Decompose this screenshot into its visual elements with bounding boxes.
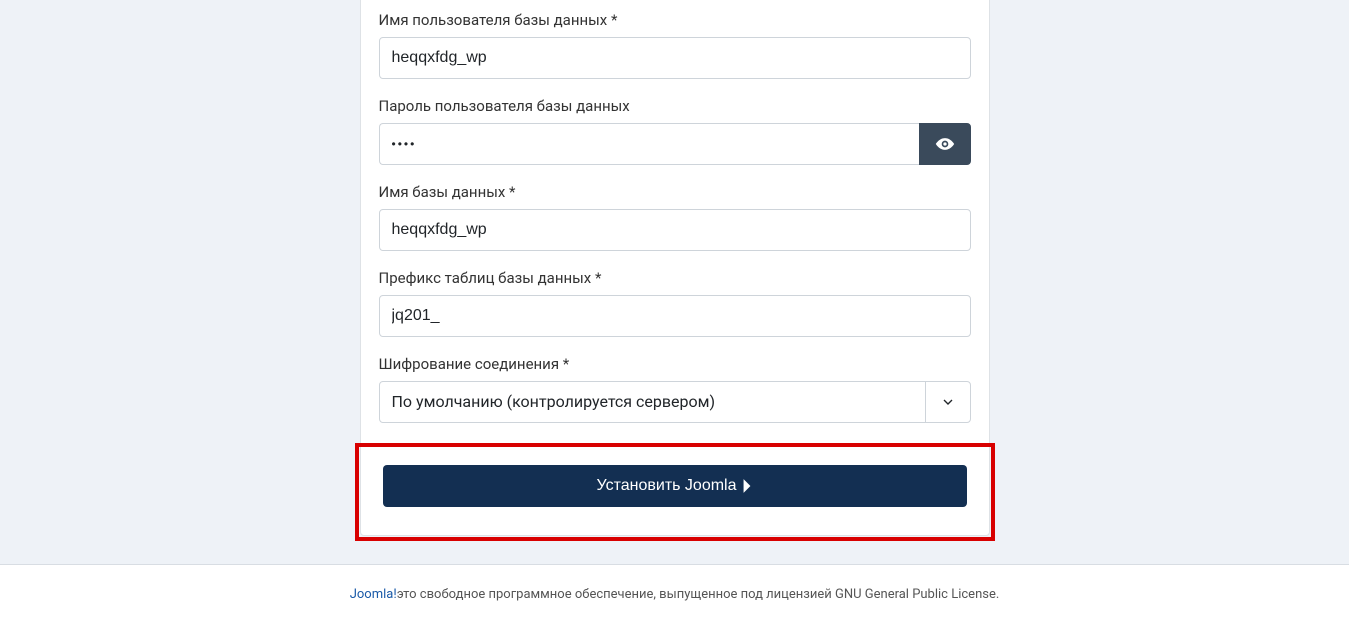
db-user-group: Имя пользователя базы данных * xyxy=(379,11,971,79)
db-prefix-input[interactable] xyxy=(379,295,971,337)
toggle-password-button[interactable] xyxy=(919,123,971,165)
install-button-label: Установить Joomla xyxy=(597,477,737,495)
db-password-group: Пароль пользователя базы данных xyxy=(379,97,971,165)
install-form-card: Имя пользователя базы данных * Пароль по… xyxy=(360,0,990,536)
install-highlight: Установить Joomla xyxy=(355,443,995,541)
db-user-input[interactable] xyxy=(379,37,971,79)
chevron-right-icon xyxy=(741,478,753,494)
db-name-label: Имя базы данных * xyxy=(379,183,971,201)
db-encryption-selected: По умолчанию (контролируется сервером) xyxy=(379,381,971,423)
install-button[interactable]: Установить Joomla xyxy=(383,465,967,507)
joomla-link[interactable]: Joomla! xyxy=(350,587,397,602)
db-user-label: Имя пользователя базы данных * xyxy=(379,11,971,29)
db-password-label: Пароль пользователя базы данных xyxy=(379,97,971,115)
page-footer: Joomla!это свободное программное обеспеч… xyxy=(0,564,1349,620)
db-name-input[interactable] xyxy=(379,209,971,251)
db-prefix-group: Префикс таблиц базы данных * xyxy=(379,269,971,337)
db-encryption-label: Шифрование соединения * xyxy=(379,355,971,373)
db-prefix-label: Префикс таблиц базы данных * xyxy=(379,269,971,287)
db-encryption-group: Шифрование соединения * По умолчанию (ко… xyxy=(379,355,971,423)
db-name-group: Имя базы данных * xyxy=(379,183,971,251)
db-encryption-select[interactable]: По умолчанию (контролируется сервером) xyxy=(379,381,971,423)
db-password-input[interactable] xyxy=(379,123,919,165)
eye-icon xyxy=(935,134,955,154)
footer-text: это свободное программное обеспечение, в… xyxy=(397,587,1000,602)
